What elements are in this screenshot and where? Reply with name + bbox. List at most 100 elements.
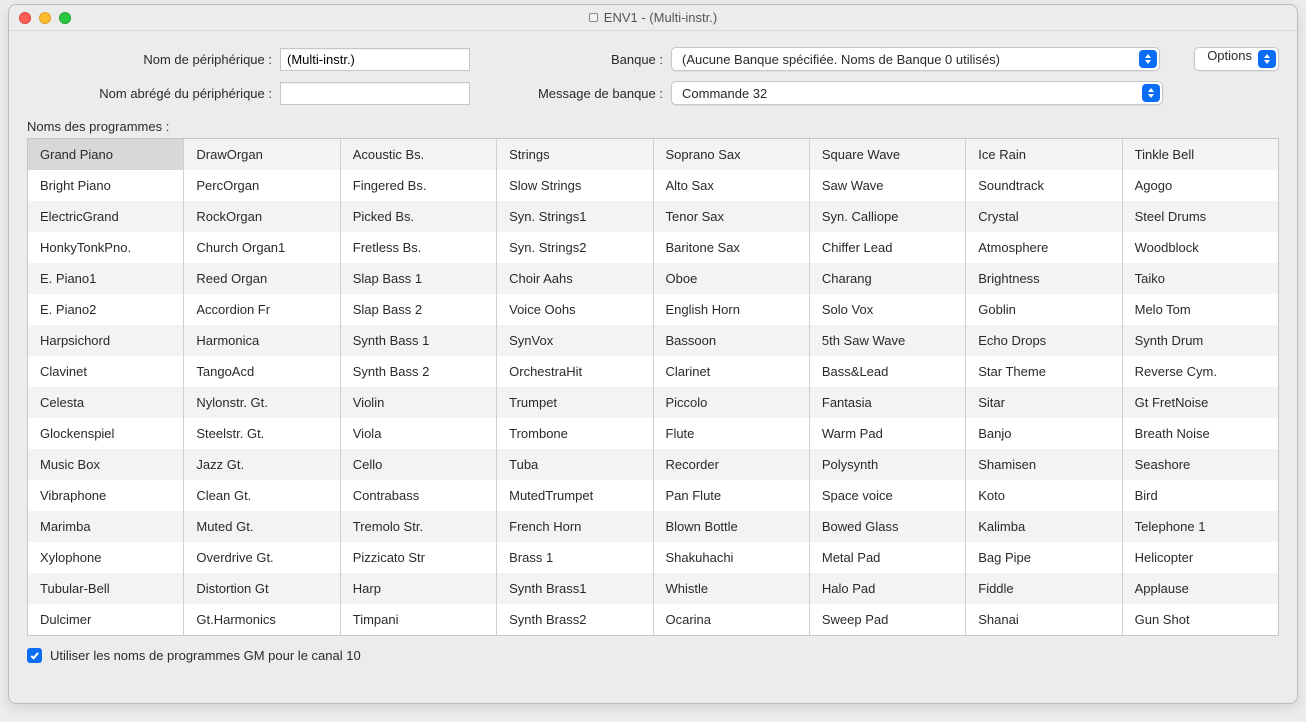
program-cell[interactable]: Goblin xyxy=(966,294,1121,325)
program-cell[interactable]: Reverse Cym. xyxy=(1123,356,1278,387)
program-cell[interactable]: E. Piano1 xyxy=(28,263,183,294)
program-cell[interactable]: Jazz Gt. xyxy=(184,449,339,480)
program-cell[interactable]: Viola xyxy=(341,418,496,449)
program-cell[interactable]: Church Organ1 xyxy=(184,232,339,263)
program-cell[interactable]: Koto xyxy=(966,480,1121,511)
program-cell[interactable]: Brightness xyxy=(966,263,1121,294)
program-cell[interactable]: Tuba xyxy=(497,449,652,480)
program-cell[interactable]: Square Wave xyxy=(810,139,965,170)
program-cell[interactable]: Alto Sax xyxy=(654,170,809,201)
program-cell[interactable]: Piccolo xyxy=(654,387,809,418)
program-cell[interactable]: Syn. Strings2 xyxy=(497,232,652,263)
program-cell[interactable]: Muted Gt. xyxy=(184,511,339,542)
program-cell[interactable]: Atmosphere xyxy=(966,232,1121,263)
program-cell[interactable]: Applause xyxy=(1123,573,1278,604)
program-cell[interactable]: E. Piano2 xyxy=(28,294,183,325)
program-cell[interactable]: MutedTrumpet xyxy=(497,480,652,511)
program-cell[interactable]: Synth Drum xyxy=(1123,325,1278,356)
program-cell[interactable]: Grand Piano xyxy=(28,139,183,170)
program-cell[interactable]: Picked Bs. xyxy=(341,201,496,232)
program-cell[interactable]: Clavinet xyxy=(28,356,183,387)
program-cell[interactable]: Syn. Strings1 xyxy=(497,201,652,232)
program-cell[interactable]: Helicopter xyxy=(1123,542,1278,573)
program-cell[interactable]: Solo Vox xyxy=(810,294,965,325)
program-cell[interactable]: Recorder xyxy=(654,449,809,480)
program-cell[interactable]: Synth Bass 1 xyxy=(341,325,496,356)
program-cell[interactable]: Gt.Harmonics xyxy=(184,604,339,635)
program-cell[interactable]: Harmonica xyxy=(184,325,339,356)
program-cell[interactable]: Synth Bass 2 xyxy=(341,356,496,387)
program-cell[interactable]: Baritone Sax xyxy=(654,232,809,263)
program-cell[interactable]: Seashore xyxy=(1123,449,1278,480)
program-cell[interactable]: Bright Piano xyxy=(28,170,183,201)
program-cell[interactable]: Whistle xyxy=(654,573,809,604)
program-cell[interactable]: Clarinet xyxy=(654,356,809,387)
program-cell[interactable]: Taiko xyxy=(1123,263,1278,294)
program-cell[interactable]: Timpani xyxy=(341,604,496,635)
program-cell[interactable]: Gun Shot xyxy=(1123,604,1278,635)
program-cell[interactable]: Bassoon xyxy=(654,325,809,356)
program-cell[interactable]: Overdrive Gt. xyxy=(184,542,339,573)
program-cell[interactable]: Pizzicato Str xyxy=(341,542,496,573)
program-cell[interactable]: Melo Tom xyxy=(1123,294,1278,325)
program-cell[interactable]: Breath Noise xyxy=(1123,418,1278,449)
program-cell[interactable]: Flute xyxy=(654,418,809,449)
program-cell[interactable]: DrawOrgan xyxy=(184,139,339,170)
program-cell[interactable]: Marimba xyxy=(28,511,183,542)
program-cell[interactable]: Steelstr. Gt. xyxy=(184,418,339,449)
program-cell[interactable]: Reed Organ xyxy=(184,263,339,294)
program-cell[interactable]: Steel Drums xyxy=(1123,201,1278,232)
program-cell[interactable]: Bowed Glass xyxy=(810,511,965,542)
program-cell[interactable]: Music Box xyxy=(28,449,183,480)
program-cell[interactable]: Harpsichord xyxy=(28,325,183,356)
program-cell[interactable]: Kalimba xyxy=(966,511,1121,542)
program-cell[interactable]: Banjo xyxy=(966,418,1121,449)
program-cell[interactable]: Dulcimer xyxy=(28,604,183,635)
program-cell[interactable]: Blown Bottle xyxy=(654,511,809,542)
program-cell[interactable]: Gt FretNoise xyxy=(1123,387,1278,418)
program-cell[interactable]: Nylonstr. Gt. xyxy=(184,387,339,418)
zoom-button[interactable] xyxy=(59,12,71,24)
program-cell[interactable]: Warm Pad xyxy=(810,418,965,449)
program-cell[interactable]: Star Theme xyxy=(966,356,1121,387)
program-cell[interactable]: Syn. Calliope xyxy=(810,201,965,232)
program-cell[interactable]: Trombone xyxy=(497,418,652,449)
gm-channel-10-checkbox[interactable] xyxy=(27,648,42,663)
program-cell[interactable]: Echo Drops xyxy=(966,325,1121,356)
program-cell[interactable]: Tubular-Bell xyxy=(28,573,183,604)
program-cell[interactable]: Bird xyxy=(1123,480,1278,511)
program-cell[interactable]: Fretless Bs. xyxy=(341,232,496,263)
program-cell[interactable]: Accordion Fr xyxy=(184,294,339,325)
bank-select[interactable]: (Aucune Banque spécifiée. Noms de Banque… xyxy=(671,47,1160,71)
program-cell[interactable]: ElectricGrand xyxy=(28,201,183,232)
program-cell[interactable]: Ice Rain xyxy=(966,139,1121,170)
program-cell[interactable]: Brass 1 xyxy=(497,542,652,573)
program-cell[interactable]: Glockenspiel xyxy=(28,418,183,449)
program-cell[interactable]: Synth Brass1 xyxy=(497,573,652,604)
program-cell[interactable]: Pan Flute xyxy=(654,480,809,511)
program-cell[interactable]: Slap Bass 2 xyxy=(341,294,496,325)
minimize-button[interactable] xyxy=(39,12,51,24)
program-cell[interactable]: Tinkle Bell xyxy=(1123,139,1278,170)
program-cell[interactable]: TangoAcd xyxy=(184,356,339,387)
program-cell[interactable]: French Horn xyxy=(497,511,652,542)
program-cell[interactable]: Soundtrack xyxy=(966,170,1121,201)
program-cell[interactable]: Shakuhachi xyxy=(654,542,809,573)
options-menu-button[interactable]: Options xyxy=(1194,47,1279,71)
program-cell[interactable]: Xylophone xyxy=(28,542,183,573)
program-cell[interactable]: SynVox xyxy=(497,325,652,356)
program-cell[interactable]: Bass&Lead xyxy=(810,356,965,387)
program-cell[interactable]: Space voice xyxy=(810,480,965,511)
program-cell[interactable]: Choir Aahs xyxy=(497,263,652,294)
program-cell[interactable]: PercOrgan xyxy=(184,170,339,201)
program-cell[interactable]: Celesta xyxy=(28,387,183,418)
program-cell[interactable]: Clean Gt. xyxy=(184,480,339,511)
close-button[interactable] xyxy=(19,12,31,24)
program-cell[interactable]: Strings xyxy=(497,139,652,170)
program-cell[interactable]: Bag Pipe xyxy=(966,542,1121,573)
program-cell[interactable]: Vibraphone xyxy=(28,480,183,511)
program-cell[interactable]: Contrabass xyxy=(341,480,496,511)
program-cell[interactable]: Soprano Sax xyxy=(654,139,809,170)
program-cell[interactable]: Shanai xyxy=(966,604,1121,635)
program-cell[interactable]: Shamisen xyxy=(966,449,1121,480)
